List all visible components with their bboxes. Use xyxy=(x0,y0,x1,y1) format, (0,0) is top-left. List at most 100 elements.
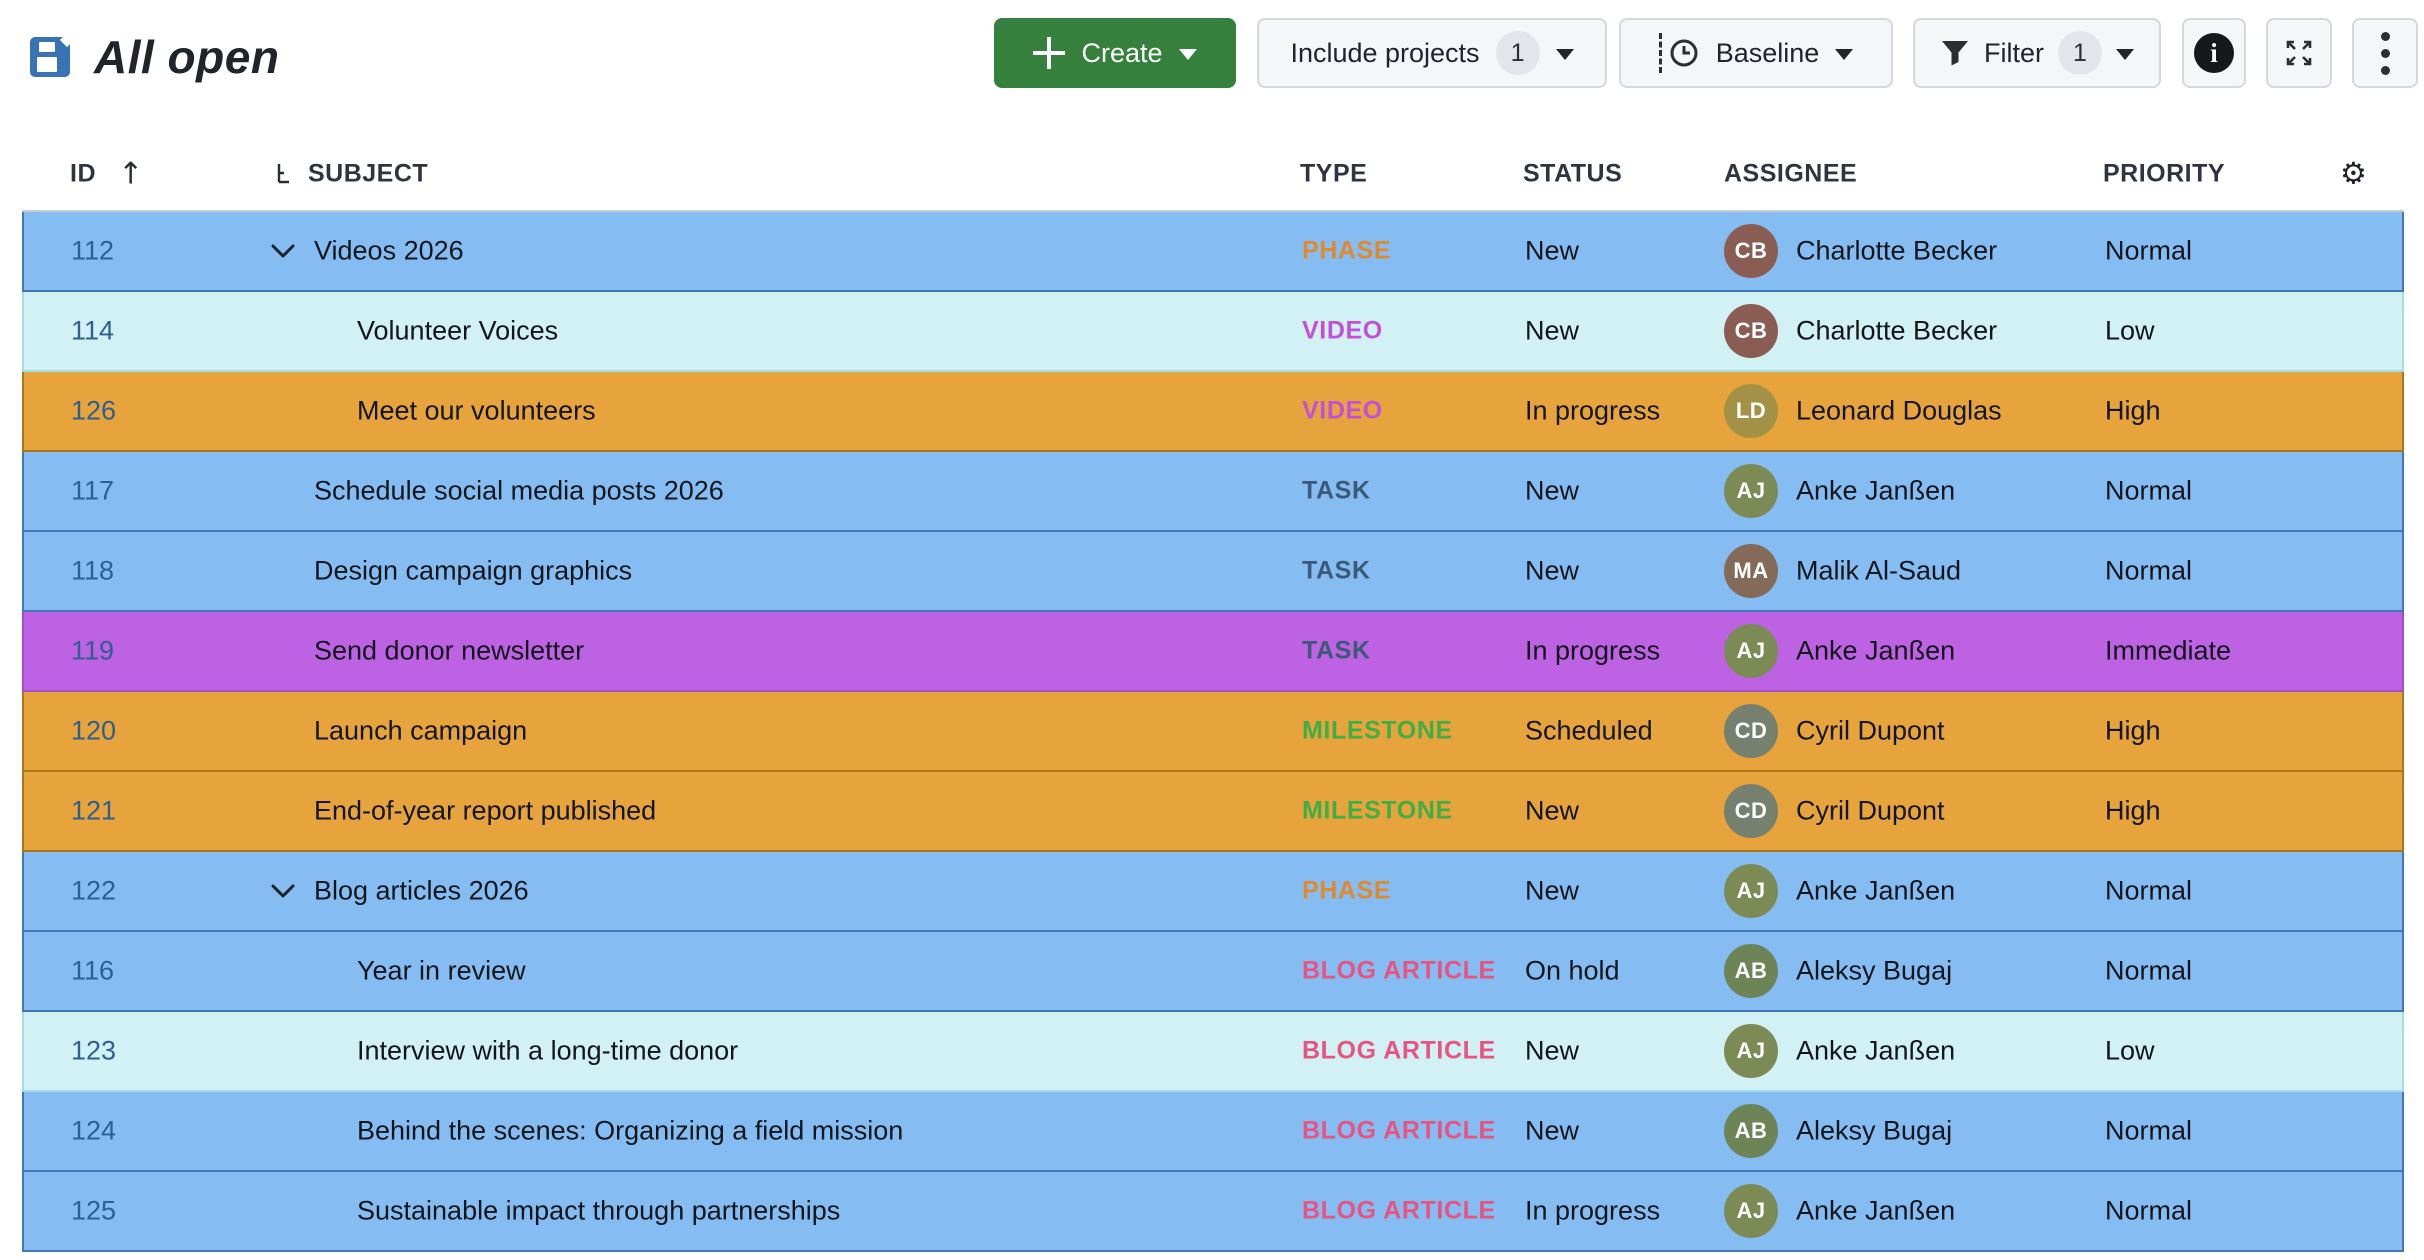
priority-value[interactable]: Low xyxy=(2105,1036,2155,1067)
assignee-name[interactable]: Anke Janßen xyxy=(1796,876,1955,907)
table-row[interactable]: 125 Sustainable impact through partnershi… xyxy=(22,1172,2404,1252)
assignee-name[interactable]: Anke Janßen xyxy=(1796,1036,1955,1067)
work-package-subject[interactable]: Year in review xyxy=(357,956,526,987)
status-value[interactable]: New xyxy=(1525,1116,1579,1147)
table-row[interactable]: 123 Interview with a long-time donor BLOG … xyxy=(22,1012,2404,1092)
assignee-name[interactable]: Charlotte Becker xyxy=(1796,236,1997,267)
status-value[interactable]: New xyxy=(1525,556,1579,587)
save-view-icon[interactable] xyxy=(30,37,70,77)
assignee-name[interactable]: Cyril Dupont xyxy=(1796,716,1945,747)
assignee-name[interactable]: Charlotte Becker xyxy=(1796,316,1997,347)
work-package-id-link[interactable]: 121 xyxy=(71,796,116,827)
work-package-id-link[interactable]: 120 xyxy=(71,716,116,747)
work-package-subject[interactable]: Send donor newsletter xyxy=(314,636,584,667)
filter-button[interactable]: Filter 1 xyxy=(1913,18,2161,88)
status-value[interactable]: In progress xyxy=(1525,396,1660,427)
table-row[interactable]: 116Year in reviewBLOG ARTICLEOn holdABAl… xyxy=(22,932,2404,1012)
table-row[interactable]: 121 End-of-year report published MILESTONE… xyxy=(22,772,2404,852)
assignee-name[interactable]: Anke Janßen xyxy=(1796,476,1955,507)
type-badge[interactable]: TASK xyxy=(1302,477,1371,506)
table-row[interactable]: 117 Schedule social media posts 2026 TASK N… xyxy=(22,452,2404,532)
status-value[interactable]: In progress xyxy=(1525,636,1660,667)
work-package-id-link[interactable]: 122 xyxy=(71,876,116,907)
status-value[interactable]: New xyxy=(1525,796,1579,827)
status-value[interactable]: New xyxy=(1525,476,1579,507)
table-row[interactable]: 118Design campaign graphicsTASKNewMAMali… xyxy=(22,532,2404,612)
status-value[interactable]: New xyxy=(1525,1036,1579,1067)
type-badge[interactable]: TASK xyxy=(1302,637,1371,666)
column-header-type[interactable]: TYPE xyxy=(1300,160,1367,189)
work-package-subject[interactable]: Design campaign graphics xyxy=(314,556,632,587)
work-package-subject[interactable]: Meet our volunteers xyxy=(357,396,596,427)
hierarchy-icon[interactable] xyxy=(274,163,294,185)
work-package-subject[interactable]: Launch campaign xyxy=(314,716,527,747)
work-package-subject[interactable]: Volunteer Voices xyxy=(357,316,558,347)
status-value[interactable]: New xyxy=(1525,236,1579,267)
create-button[interactable]: Create xyxy=(994,18,1236,88)
work-package-subject[interactable]: Sustainable impact through partnerships xyxy=(357,1196,840,1227)
priority-value[interactable]: Low xyxy=(2105,316,2155,347)
assignee-name[interactable]: Leonard Douglas xyxy=(1796,396,2002,427)
table-row[interactable]: 126Meet our volunteersVIDEOIn progressLD… xyxy=(22,372,2404,452)
assignee-name[interactable]: Cyril Dupont xyxy=(1796,796,1945,827)
priority-value[interactable]: High xyxy=(2105,396,2161,427)
type-badge[interactable]: BLOG ARTICLE xyxy=(1302,1037,1496,1066)
table-settings-gear-icon[interactable]: ⚙ xyxy=(2340,157,2367,192)
column-header-priority[interactable]: PRIORITY xyxy=(2103,160,2225,189)
work-package-id-link[interactable]: 123 xyxy=(71,1036,116,1067)
status-value[interactable]: Scheduled xyxy=(1525,716,1653,747)
type-badge[interactable]: BLOG ARTICLE xyxy=(1302,1117,1496,1146)
priority-value[interactable]: Normal xyxy=(2105,876,2192,907)
work-package-subject[interactable]: Blog articles 2026 xyxy=(314,876,529,907)
priority-value[interactable]: High xyxy=(2105,796,2161,827)
work-package-id-link[interactable]: 118 xyxy=(71,556,114,587)
sort-ascending-icon[interactable]: ↑ xyxy=(118,157,143,192)
work-package-id-link[interactable]: 124 xyxy=(71,1116,116,1147)
column-header-assignee[interactable]: ASSIGNEE xyxy=(1724,160,1857,189)
assignee-name[interactable]: Aleksy Bugaj xyxy=(1796,956,1952,987)
status-value[interactable]: In progress xyxy=(1525,1196,1660,1227)
info-button[interactable]: i xyxy=(2182,18,2246,88)
work-package-id-link[interactable]: 126 xyxy=(71,396,116,427)
work-package-subject[interactable]: Schedule social media posts 2026 xyxy=(314,476,724,507)
assignee-name[interactable]: Anke Janßen xyxy=(1796,636,1955,667)
baseline-button[interactable]: Baseline xyxy=(1619,18,1893,88)
type-badge[interactable]: PHASE xyxy=(1302,877,1391,906)
table-row[interactable]: 112Videos 2026PHASENewCBCharlotte Becker… xyxy=(22,212,2404,292)
chevron-down-icon[interactable] xyxy=(270,883,296,899)
chevron-down-icon[interactable] xyxy=(270,243,296,259)
work-package-id-link[interactable]: 117 xyxy=(71,476,114,507)
fullscreen-button[interactable] xyxy=(2266,18,2332,88)
assignee-name[interactable]: Anke Janßen xyxy=(1796,1196,1955,1227)
work-package-subject[interactable]: Videos 2026 xyxy=(314,236,464,267)
work-package-subject[interactable]: Interview with a long-time donor xyxy=(357,1036,738,1067)
status-value[interactable]: New xyxy=(1525,316,1579,347)
status-value[interactable]: New xyxy=(1525,876,1579,907)
column-header-status[interactable]: STATUS xyxy=(1523,160,1622,189)
work-package-subject[interactable]: Behind the scenes: Organizing a field mi… xyxy=(357,1116,903,1147)
priority-value[interactable]: High xyxy=(2105,716,2161,747)
priority-value[interactable]: Normal xyxy=(2105,236,2192,267)
priority-value[interactable]: Normal xyxy=(2105,956,2192,987)
table-row[interactable]: 120Launch campaignMILESTONEScheduledCDCy… xyxy=(22,692,2404,772)
priority-value[interactable]: Normal xyxy=(2105,1196,2192,1227)
table-row[interactable]: 124 Behind the scenes: Organizing a field… xyxy=(22,1092,2404,1172)
assignee-name[interactable]: Aleksy Bugaj xyxy=(1796,1116,1952,1147)
work-package-id-link[interactable]: 125 xyxy=(71,1196,116,1227)
work-package-subject[interactable]: End-of-year report published xyxy=(314,796,656,827)
include-projects-button[interactable]: Include projects 1 xyxy=(1257,18,1607,88)
type-badge[interactable]: VIDEO xyxy=(1302,397,1383,426)
type-badge[interactable]: TASK xyxy=(1302,557,1371,586)
work-package-id-link[interactable]: 119 xyxy=(71,636,114,667)
assignee-name[interactable]: Malik Al-Saud xyxy=(1796,556,1961,587)
work-package-id-link[interactable]: 112 xyxy=(71,236,114,267)
more-options-button[interactable] xyxy=(2352,18,2418,88)
column-header-id[interactable]: ID xyxy=(70,160,96,189)
type-badge[interactable]: MILESTONE xyxy=(1302,797,1453,826)
type-badge[interactable]: VIDEO xyxy=(1302,317,1383,346)
table-row[interactable]: 119 Send donor newsletter TASK In progress A… xyxy=(22,612,2404,692)
column-header-subject[interactable]: SUBJECT xyxy=(308,160,428,189)
type-badge[interactable]: PHASE xyxy=(1302,237,1391,266)
type-badge[interactable]: MILESTONE xyxy=(1302,717,1453,746)
priority-value[interactable]: Normal xyxy=(2105,1116,2192,1147)
